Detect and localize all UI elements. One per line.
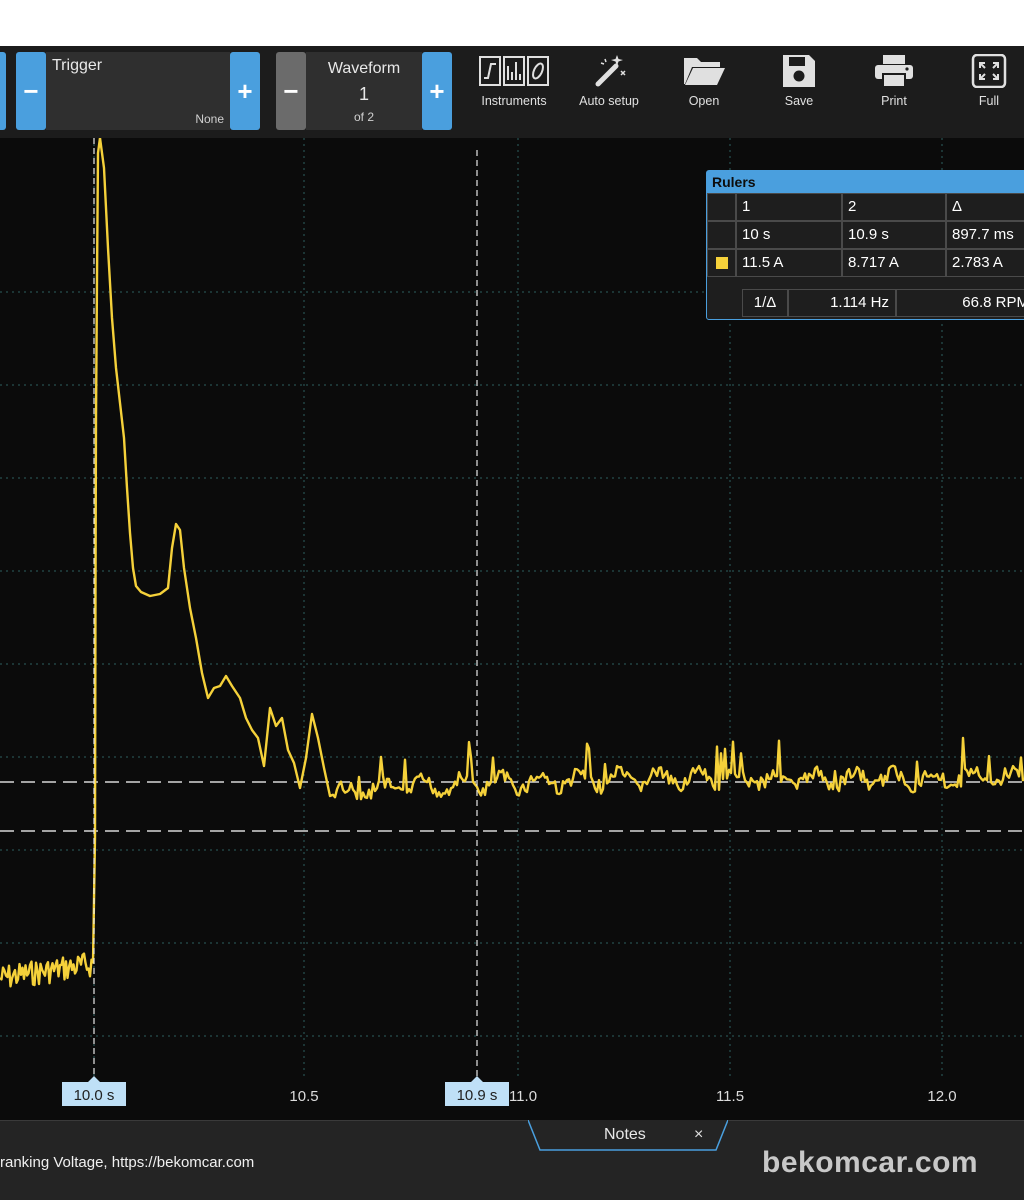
ruler-2-label: 10.9 s [457, 1087, 498, 1104]
instruments-icon [479, 56, 549, 86]
rulers-corner-cell [707, 193, 736, 221]
trigger-plus-button[interactable]: + [230, 52, 260, 130]
window-top-margin [0, 0, 1024, 46]
ruler-1-label: 10.0 s [74, 1087, 115, 1104]
trigger-title: Trigger [52, 57, 103, 74]
rulers-header-1: 1 [736, 193, 842, 221]
rulers-panel[interactable]: Rulers 1 2 Δ 10 s 10.9 s 897.7 ms 11.5 A… [706, 170, 1024, 320]
notes-close-icon[interactable]: × [694, 1126, 703, 1144]
full-label: Full [978, 94, 1000, 108]
capture-description: ranking Voltage, https://bekomcar.com [0, 1154, 255, 1171]
ruler-delta-value: 2.783 A [946, 249, 1024, 277]
inverse-delta-label: 1/Δ [742, 289, 788, 317]
floppy-disk-icon [783, 55, 815, 87]
save-button[interactable]: Save [754, 54, 844, 124]
rulers-header-2: 2 [842, 193, 946, 221]
x-tick-label: 11.0 [509, 1088, 537, 1105]
inverse-delta-rpm: 66.8 RPM [896, 289, 1024, 317]
waveform-panel: Waveform 1 of 2 [306, 52, 422, 130]
folder-open-icon [684, 58, 725, 85]
ruler-2-time: 10.9 s [842, 221, 946, 249]
rulers-header-delta: Δ [946, 193, 1024, 221]
trigger-panel[interactable]: Trigger None [46, 52, 230, 130]
rulers-time-row-icon [707, 221, 736, 249]
auto-setup-button[interactable]: Auto setup [564, 54, 654, 124]
full-screen-button[interactable]: Full [944, 54, 1024, 124]
ruler-1-time: 10 s [736, 221, 842, 249]
trigger-value: None [195, 112, 224, 126]
x-tick-label: 10.5 [289, 1088, 318, 1105]
notes-label[interactable]: Notes [604, 1126, 646, 1144]
open-label: Open [688, 94, 720, 108]
x-tick-label: 12.0 [927, 1088, 956, 1105]
channel-a-color-swatch [715, 257, 728, 270]
save-label: Save [784, 94, 814, 108]
ruler-2-value: 8.717 A [842, 249, 946, 277]
watermark: bekomcar.com [762, 1146, 979, 1179]
print-label: Print [881, 94, 907, 108]
fullscreen-icon [971, 54, 1007, 88]
instruments-label: Instruments [481, 94, 547, 108]
waveform-current: 1 [358, 84, 369, 104]
inverse-delta-frequency: 1.114 Hz [788, 289, 896, 317]
oscilloscope-app: − Trigger None + − Waveform 1 of 2 + Ins… [0, 0, 1024, 1200]
trigger-minus-button[interactable]: − [16, 52, 46, 130]
wand-icon [595, 55, 626, 87]
waveform-plus-button[interactable]: + [422, 52, 452, 130]
print-button[interactable]: Print [849, 54, 939, 124]
rulers-title: Rulers [707, 171, 1024, 193]
ruler-delta-time: 897.7 ms [946, 221, 1024, 249]
waveform-minus-button[interactable]: − [276, 52, 306, 130]
waveform-count: of 2 [353, 110, 374, 124]
instruments-button[interactable]: Instruments [469, 54, 559, 124]
ruler-1-value: 11.5 A [736, 249, 842, 277]
printer-icon [875, 55, 913, 88]
channel-edge-button[interactable] [0, 52, 6, 130]
x-tick-label: 11.5 [716, 1088, 744, 1105]
waveform-title: Waveform [327, 60, 401, 77]
auto-setup-label: Auto setup [579, 94, 639, 108]
open-button[interactable]: Open [659, 54, 749, 124]
channel-a-row [707, 249, 736, 277]
